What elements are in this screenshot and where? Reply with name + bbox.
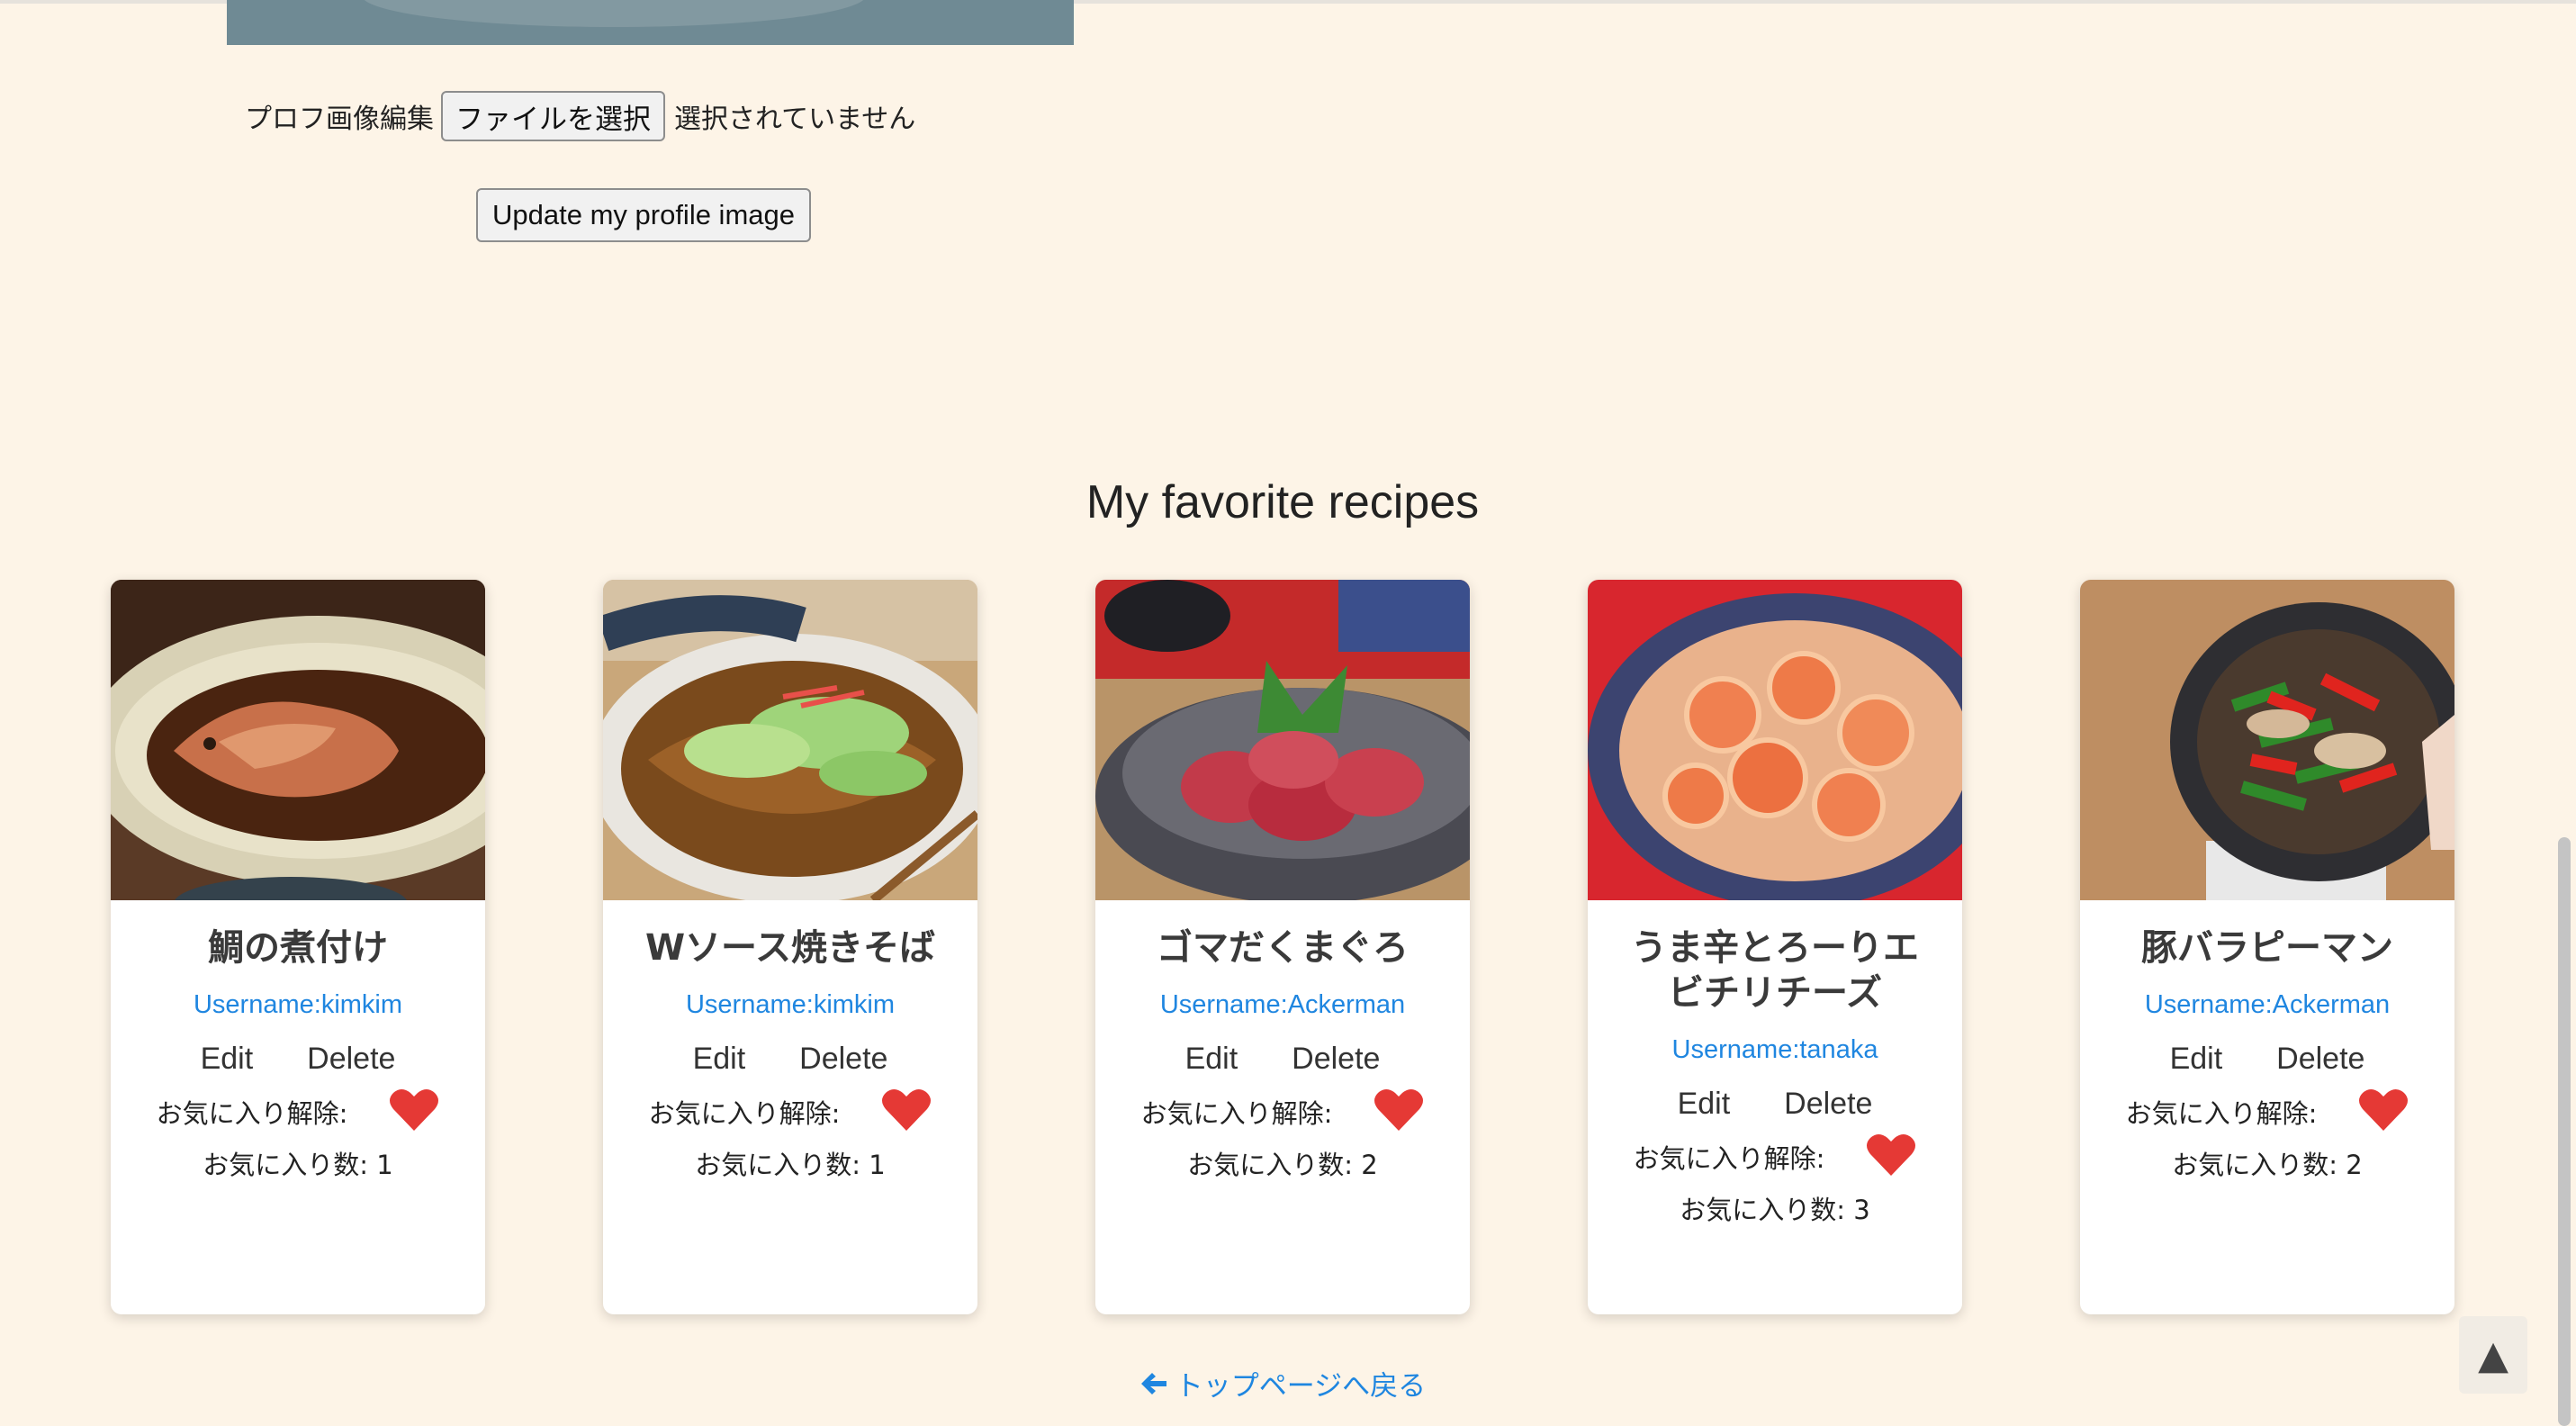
unfavorite-label: お気に入り解除: xyxy=(1633,1143,1825,1174)
recipe-title[interactable]: Wソース焼きそば xyxy=(642,925,939,970)
recipe-card[interactable]: ゴマだくまぐろ Username:Ackerman Edit Delete お気… xyxy=(1095,580,1470,1314)
favorite-count: お気に入り数: 2 xyxy=(2172,1150,2363,1180)
profile-edit-label: プロフ画像編集 xyxy=(245,104,434,135)
unfavorite-label: お気に入り解除: xyxy=(1140,1098,1333,1129)
update-profile-image-button[interactable]: Update my profile image xyxy=(476,188,811,242)
back-to-top-page-link[interactable]: トップページへ戻る xyxy=(0,1363,2565,1403)
recipe-title[interactable]: うま辛とろーりエビチリチーズ xyxy=(1626,925,1923,1015)
heart-icon[interactable] xyxy=(881,1088,932,1133)
triangle-up-icon: ▲ xyxy=(2478,1331,2508,1378)
recipe-image[interactable] xyxy=(2080,580,2454,900)
recipe-card[interactable]: 鯛の煮付け Username:kimkim Edit Delete お気に入り解… xyxy=(111,580,485,1314)
page-scrollbar[interactable] xyxy=(2558,837,2571,1426)
arrow-left-icon xyxy=(1140,1372,1166,1394)
edit-link[interactable]: Edit xyxy=(201,1039,254,1079)
recipe-username-link[interactable]: Username:kimkim xyxy=(603,987,977,1023)
unfavorite-label: お気に入り解除: xyxy=(156,1098,348,1129)
edit-link[interactable]: Edit xyxy=(1185,1039,1238,1079)
recipe-username-link[interactable]: Username:Ackerman xyxy=(2080,987,2454,1023)
unfavorite-label: お気に入り解除: xyxy=(2125,1098,2318,1129)
recipe-image[interactable] xyxy=(603,580,977,900)
recipe-image[interactable] xyxy=(1095,580,1470,900)
delete-link[interactable]: Delete xyxy=(1292,1039,1380,1079)
delete-link[interactable]: Delete xyxy=(1784,1084,1872,1124)
back-link-label: トップページへ戻る xyxy=(1175,1370,1427,1403)
edit-link[interactable]: Edit xyxy=(2170,1039,2223,1079)
profile-image-content xyxy=(362,0,866,27)
recipe-title[interactable]: 豚バラピーマン xyxy=(2119,925,2416,970)
favorite-count: お気に入り数: 3 xyxy=(1680,1195,1870,1225)
edit-link[interactable]: Edit xyxy=(693,1039,746,1079)
recipe-title[interactable]: 鯛の煮付け xyxy=(149,925,446,970)
delete-link[interactable]: Delete xyxy=(2276,1039,2364,1079)
recipe-card[interactable]: うま辛とろーりエビチリチーズ Username:tanaka Edit Dele… xyxy=(1588,580,1962,1314)
scroll-to-top-button[interactable]: ▲ xyxy=(2459,1316,2527,1394)
profile-image xyxy=(227,0,1074,45)
recipe-image[interactable] xyxy=(1588,580,1962,900)
recipe-title[interactable]: ゴマだくまぐろ xyxy=(1134,925,1431,970)
favorite-count: お気に入り数: 2 xyxy=(1187,1150,1378,1180)
favorite-recipes-title: My favorite recipes xyxy=(1085,476,1480,528)
unfavorite-label: お気に入り解除: xyxy=(648,1098,841,1129)
heart-icon[interactable] xyxy=(1374,1088,1424,1133)
favorite-count: お気に入り数: 1 xyxy=(695,1150,886,1180)
heart-icon[interactable] xyxy=(1866,1133,1916,1178)
recipe-card[interactable]: Wソース焼きそば Username:kimkim Edit Delete お気に… xyxy=(603,580,977,1314)
recipe-card[interactable]: 豚バラピーマン Username:Ackerman Edit Delete お気… xyxy=(2080,580,2454,1314)
profile-upload-row: プロフ画像編集 ファイルを選択 選択されていません xyxy=(245,90,915,142)
heart-icon[interactable] xyxy=(2358,1088,2409,1133)
heart-icon[interactable] xyxy=(389,1088,439,1133)
recipe-username-link[interactable]: Username:kimkim xyxy=(111,987,485,1023)
choose-file-button[interactable]: ファイルを選択 xyxy=(441,91,665,141)
recipe-username-link[interactable]: Username:Ackerman xyxy=(1095,987,1470,1023)
recipe-image[interactable] xyxy=(111,580,485,900)
favorite-count: お気に入り数: 1 xyxy=(203,1150,393,1180)
recipe-username-link[interactable]: Username:tanaka xyxy=(1588,1032,1962,1068)
file-status-text: 選択されていません xyxy=(674,104,916,135)
delete-link[interactable]: Delete xyxy=(307,1039,395,1079)
delete-link[interactable]: Delete xyxy=(799,1039,887,1079)
edit-link[interactable]: Edit xyxy=(1678,1084,1731,1124)
